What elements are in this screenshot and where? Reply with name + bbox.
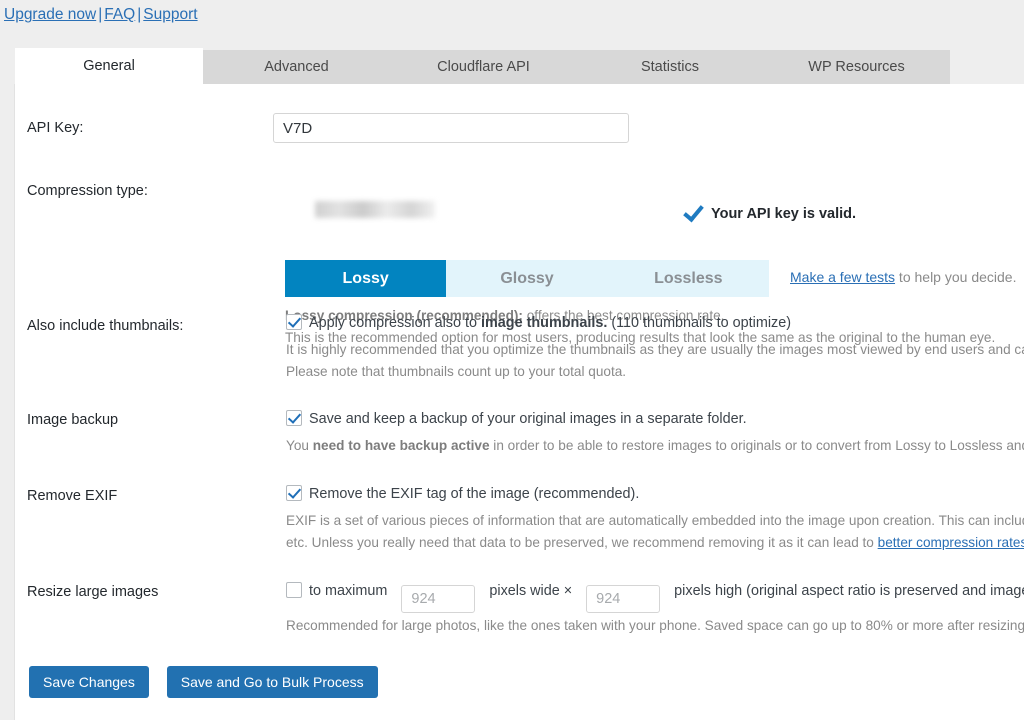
remove-exif-label: Remove EXIF [27, 488, 118, 504]
thumbnails-desc-line1: It is highly recommended that you optimi… [286, 342, 1024, 357]
image-backup-desc: You need to have backup active in order … [286, 435, 1024, 457]
support-link[interactable]: Support [143, 6, 197, 23]
compression-option-lossless[interactable]: Lossless [608, 260, 769, 297]
resize-height-input[interactable] [586, 585, 661, 613]
api-key-label: API Key: [27, 120, 84, 136]
resize-pixels-wide-text: pixels wide [489, 583, 560, 599]
make-tests-hint-text: to help you decide. [895, 269, 1017, 285]
footer-actions: Save Changes Save and Go to Bulk Process [29, 666, 378, 698]
remove-exif-checkbox[interactable] [286, 485, 302, 501]
checkmark-icon [683, 202, 703, 222]
thumbnails-checkbox-row: Apply compression also to image thumbnai… [286, 314, 791, 332]
tab-advanced[interactable]: Advanced [203, 50, 390, 84]
thumbnails-text-strong: image thumbnails. [480, 315, 608, 331]
make-tests-hint: Make a few tests to help you decide. [790, 269, 1016, 285]
top-links-bar: Upgrade now | FAQ | Support [0, 0, 1024, 44]
image-backup-checkbox[interactable] [286, 410, 302, 426]
compression-type-selector: Lossy Glossy Lossless [285, 260, 769, 297]
remove-exif-desc-line1: EXIF is a set of various pieces of infor… [286, 513, 1024, 528]
image-backup-desc-strong: need to have backup active [312, 438, 490, 453]
thumbnails-desc-line2: Please note that thumbnails count up to … [286, 364, 627, 379]
thumbnails-text-before: Apply compression also to [309, 315, 481, 331]
image-backup-desc-after: in order to be able to restore images to… [489, 438, 1024, 453]
image-backup-desc-before: You [286, 438, 313, 453]
tab-statistics[interactable]: Statistics [577, 50, 763, 84]
general-settings-panel: API Key: Your API key is valid. Compress… [14, 84, 1024, 720]
settings-tabs: General Advanced Cloudflare API Statisti… [0, 48, 1024, 84]
thumbnails-checkbox[interactable] [286, 314, 302, 330]
faq-link[interactable]: FAQ [104, 6, 135, 23]
image-backup-label: Image backup [27, 412, 119, 428]
thumbnails-text-after: (110 thumbnails to optimize) [607, 315, 792, 331]
save-and-bulk-process-button[interactable]: Save and Go to Bulk Process [166, 666, 378, 698]
api-key-status: Your API key is valid. [683, 202, 856, 222]
resize-checkbox[interactable] [286, 582, 302, 598]
make-a-few-tests-link[interactable]: Make a few tests [790, 269, 895, 285]
resize-width-input[interactable] [401, 585, 476, 613]
remove-exif-desc-before: etc. Unless you really need that data to… [286, 535, 878, 550]
resize-to-maximum-text: to maximum [309, 583, 388, 599]
remove-exif-checkbox-row: Remove the EXIF tag of the image (recomm… [286, 485, 639, 503]
compression-type-label: Compression type: [27, 183, 148, 199]
resize-desc-text: Recommended for large photos, like the o… [286, 618, 1024, 633]
upgrade-now-link[interactable]: Upgrade now [4, 6, 96, 23]
save-changes-button[interactable]: Save Changes [29, 666, 149, 698]
tab-cloudflare-api[interactable]: Cloudflare API [390, 50, 577, 84]
image-backup-checkbox-row: Save and keep a backup of your original … [286, 410, 747, 428]
better-compression-rates-link[interactable]: better compression rates [878, 535, 1024, 550]
resize-pixels-high-text: pixels high (original aspect ratio is pr… [674, 583, 1024, 599]
resize-desc: Recommended for large photos, like the o… [286, 615, 1024, 637]
tab-wp-resources[interactable]: WP Resources [763, 50, 950, 84]
remove-exif-desc-line2: etc. Unless you really need that data to… [286, 532, 1024, 554]
resize-row: to maximum pixels wide × pixels high (or… [286, 582, 1024, 613]
api-key-status-text: Your API key is valid. [711, 206, 857, 222]
resize-times-symbol: × [563, 583, 573, 599]
api-key-redaction-blur [315, 201, 435, 218]
api-key-input[interactable] [273, 113, 629, 143]
thumbnails-label: Also include thumbnails: [27, 318, 184, 334]
remove-exif-text: Remove the EXIF tag of the image (recomm… [309, 486, 640, 502]
tab-general[interactable]: General [15, 48, 203, 84]
image-backup-text: Save and keep a backup of your original … [309, 411, 747, 427]
resize-large-images-label: Resize large images [27, 584, 159, 600]
compression-option-lossy[interactable]: Lossy [285, 260, 447, 297]
compression-option-glossy[interactable]: Glossy [446, 260, 607, 297]
